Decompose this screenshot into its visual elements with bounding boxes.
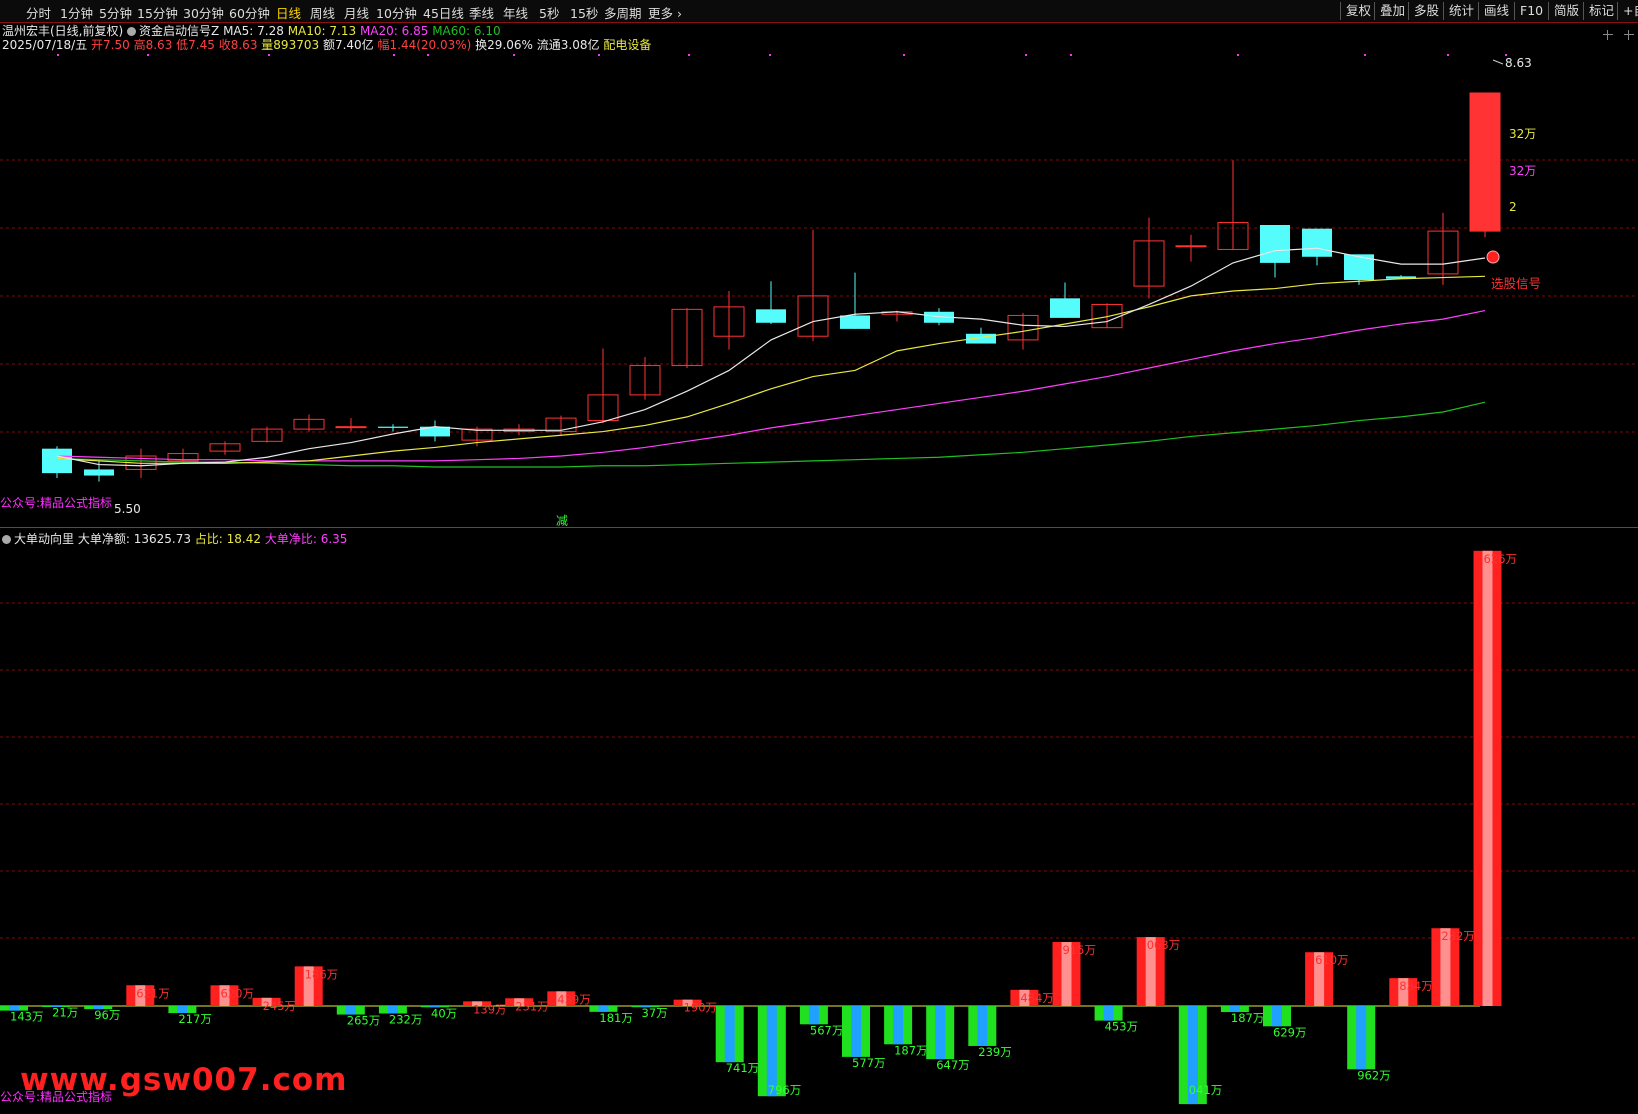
- flow-value-label: 187万: [894, 1043, 927, 1057]
- flow-value-label: 139万: [473, 1002, 506, 1016]
- flow-bar-inner: [1103, 1006, 1114, 1021]
- flow-value-label: 484万: [1020, 991, 1053, 1005]
- flow-value-label: 96万: [94, 1008, 120, 1022]
- candle-body: [1469, 92, 1501, 232]
- flow-value-label: 245万: [263, 999, 296, 1013]
- high-pointer: [1492, 59, 1504, 65]
- flow-value-label: 239万: [978, 1045, 1011, 1059]
- flow-value-label: 915万: [1063, 943, 1096, 957]
- flow-value-label: 063万: [1147, 938, 1180, 952]
- flow-value-label: 647万: [936, 1058, 969, 1072]
- marker-dot: [1505, 54, 1507, 56]
- flow-value-label: 620万: [221, 986, 254, 1000]
- marker-dot: [1364, 54, 1366, 56]
- candle-body: [1302, 228, 1332, 257]
- candle-body: [1050, 298, 1080, 318]
- marker-dot: [513, 54, 515, 56]
- flow-value-label: 962万: [1357, 1068, 1390, 1082]
- flow-value-label: 796万: [768, 1083, 801, 1097]
- marker-dot: [1025, 54, 1027, 56]
- flow-bar-inner: [1356, 1006, 1367, 1070]
- marker-dot: [769, 54, 771, 56]
- candle-body: [378, 426, 408, 428]
- flow-value-label: 40万: [431, 1006, 457, 1020]
- marker-dot: [688, 54, 690, 56]
- flow-bar-inner: [893, 1006, 904, 1045]
- flow-bar-inner: [808, 1006, 819, 1025]
- candle-body: [756, 309, 786, 323]
- flow-value-label: 265万: [347, 1014, 380, 1028]
- flow-value-label: 621万: [136, 986, 169, 1000]
- flow-value-label: 834万: [1399, 979, 1432, 993]
- flow-value-label: 217万: [178, 1012, 211, 1026]
- marker-dot: [268, 54, 270, 56]
- marker-dot: [598, 54, 600, 56]
- flow-value-label: 741万: [726, 1061, 759, 1075]
- flow-bar-inner: [724, 1006, 735, 1063]
- flow-value-label: 567万: [810, 1023, 843, 1037]
- marker-dot: [393, 54, 395, 56]
- candle-body: [84, 469, 114, 476]
- candle-body: [1260, 225, 1290, 263]
- flow-value-label: 37万: [642, 1006, 668, 1020]
- signal-ball-icon: [1486, 250, 1500, 264]
- ma20-line: [56, 309, 1486, 462]
- flow-bar-inner: [935, 1006, 946, 1060]
- marker-dot: [427, 54, 429, 56]
- flow-bar-inner: [977, 1006, 988, 1046]
- ma60-line: [56, 401, 1486, 468]
- candle-body: [840, 315, 870, 329]
- flow-value-label: 232万: [1441, 929, 1474, 943]
- flow-bar-inner: [1482, 550, 1493, 1006]
- candle-body: [335, 426, 367, 429]
- flow-value-label: 186万: [305, 967, 338, 981]
- flow-value-label: 626万: [1484, 552, 1517, 566]
- marker-dot: [1237, 54, 1239, 56]
- flow-value-label: 629万: [1273, 1025, 1306, 1039]
- flow-value-label: 143万: [10, 1010, 43, 1024]
- marker-dot: [903, 54, 905, 56]
- flow-value-label: 181万: [599, 1011, 632, 1025]
- flow-value-label: 610万: [1315, 953, 1348, 967]
- marker-dot: [1447, 54, 1449, 56]
- flow-value-label: 21万: [52, 1006, 78, 1020]
- flow-value-label: 041万: [1189, 1083, 1222, 1097]
- marker-dot: [147, 54, 149, 56]
- flow-value-label: 187万: [1231, 1011, 1264, 1025]
- flow-value-label: 232万: [389, 1012, 422, 1026]
- marker-dot: [57, 54, 59, 56]
- flow-value-label: 439万: [557, 992, 590, 1006]
- candle-body: [42, 448, 72, 474]
- flow-value-label: 231万: [515, 999, 548, 1013]
- flow-bar-inner: [851, 1006, 861, 1057]
- flow-value-label: 577万: [852, 1056, 885, 1070]
- flow-bar-inner: [1272, 1006, 1282, 1027]
- marker-dot: [1070, 54, 1072, 56]
- flow-value-label: 190万: [684, 1001, 717, 1015]
- flow-value-label: 453万: [1105, 1020, 1138, 1034]
- ma5-line: [56, 247, 1486, 467]
- kline-chart[interactable]: 143万 21万 96万 621万 217万 620万 245万 186万 265万 232万 40…: [0, 0, 1638, 1114]
- candle-body: [1175, 245, 1207, 248]
